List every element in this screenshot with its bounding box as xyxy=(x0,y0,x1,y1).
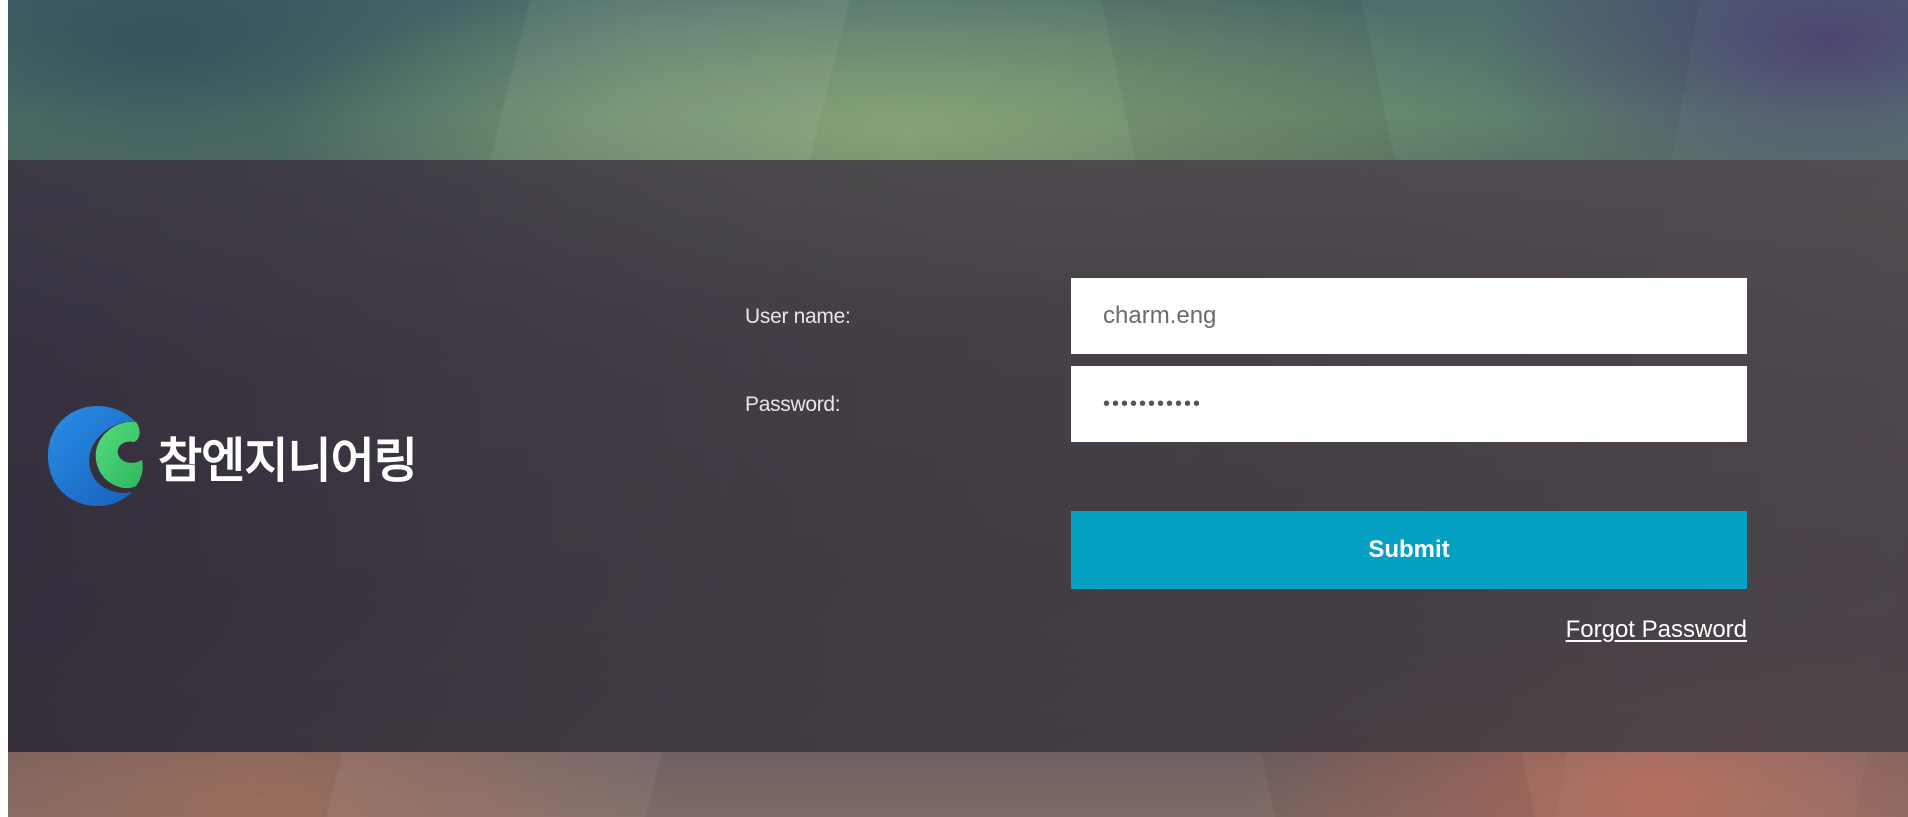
brand-name: 참엔지니어링 xyxy=(158,433,418,489)
password-input[interactable] xyxy=(1071,366,1747,442)
submit-button[interactable]: Submit xyxy=(1071,511,1747,589)
username-input[interactable] xyxy=(1071,278,1747,354)
charm-c-logo-icon xyxy=(48,406,143,506)
password-label: Password: xyxy=(745,393,841,416)
brand-logo: 참엔지니어링 xyxy=(46,404,418,508)
username-label: User name: xyxy=(745,305,851,328)
forgot-password-link[interactable]: Forgot Password xyxy=(1566,616,1747,644)
